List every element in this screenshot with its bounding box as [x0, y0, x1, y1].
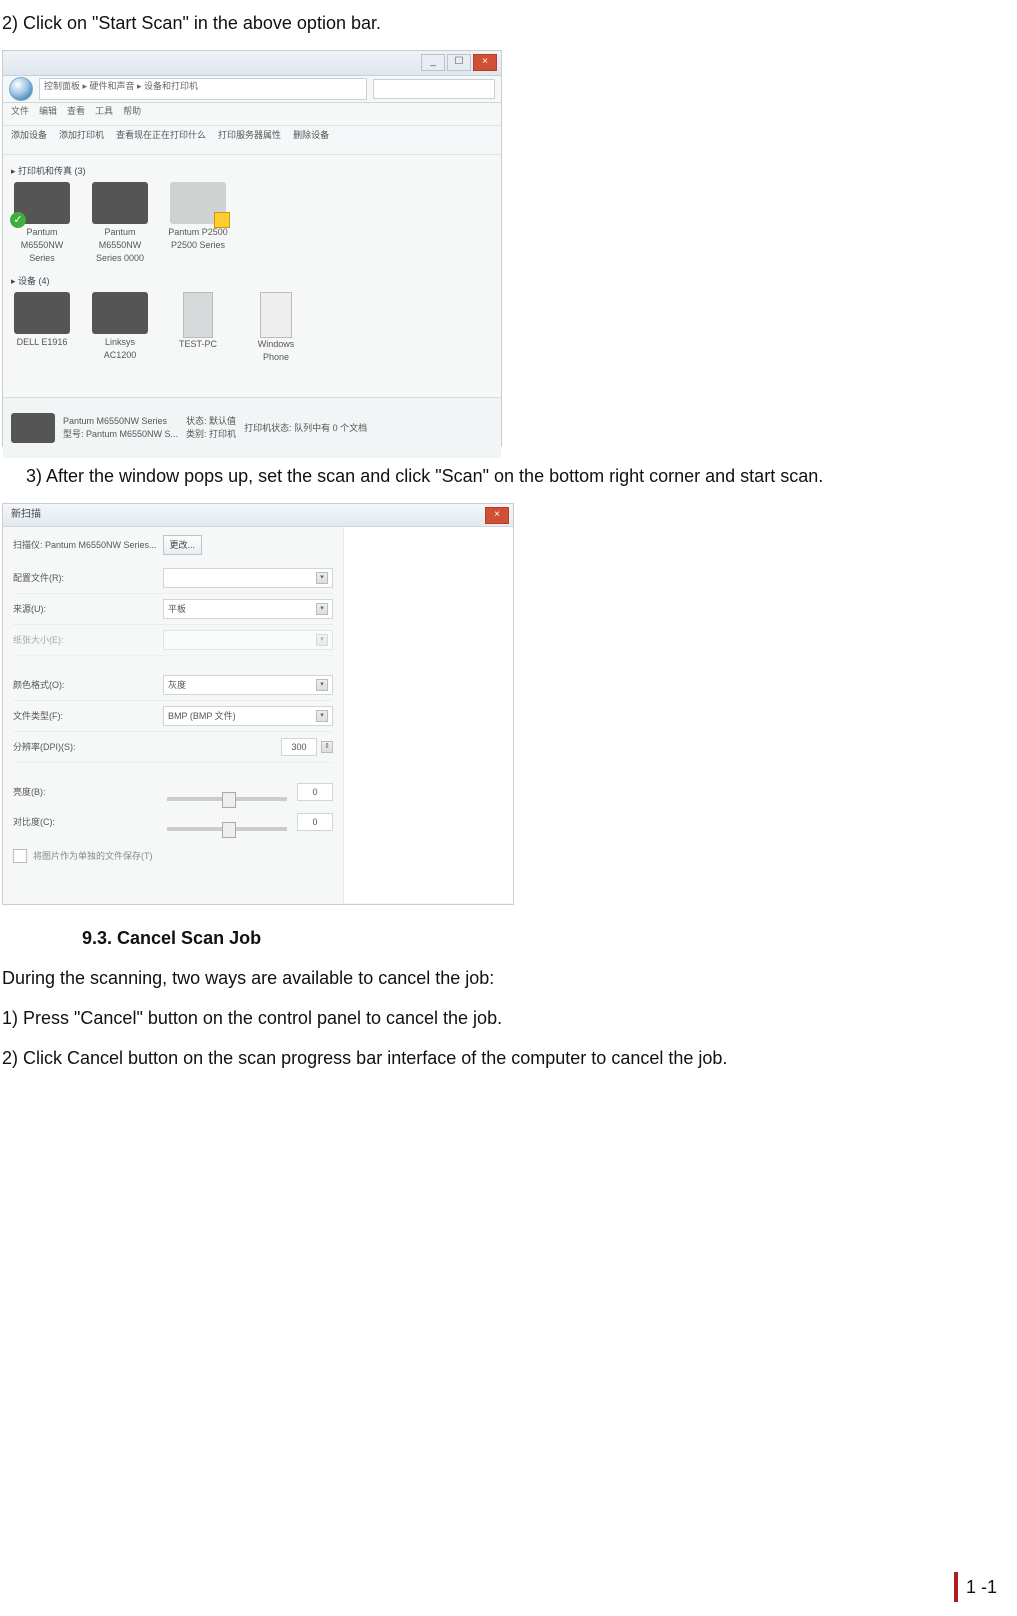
chevron-down-icon: ▾: [316, 572, 328, 584]
slider-thumb-icon: [222, 792, 236, 808]
device-label: Pantum P2500 P2500 Series: [167, 226, 229, 252]
window-content: ▸ 打印机和传真 (3) ✓ Pantum M6550NW Series Pan…: [3, 155, 501, 397]
page-number: 1 -1: [954, 1572, 1005, 1602]
close-icon: ×: [473, 54, 497, 71]
chevron-down-icon: ▾: [316, 603, 328, 615]
section-heading-cancel: 9.3. Cancel Scan Job: [82, 925, 987, 951]
window-buttons: _ ☐ ×: [421, 54, 497, 71]
breadcrumb: 控制面板 ▸ 硬件和声音 ▸ 设备和打印机: [39, 78, 367, 100]
brightness-slider: [167, 797, 287, 801]
checkbox-label: 将图片作为单独的文件保存(T): [33, 850, 153, 863]
dialog-title: 新扫描: [11, 508, 41, 523]
printer-item: Pantum P2500 P2500 Series: [167, 182, 229, 265]
scan-settings-panel: 扫描仪: Pantum M6550NW Series... 更改... 配置文件…: [3, 527, 344, 903]
menu-item: 查看: [67, 105, 85, 123]
contrast-slider: [167, 827, 287, 831]
device-label: TEST-PC: [167, 338, 229, 351]
section-printers-header: ▸ 打印机和传真 (3): [11, 165, 493, 178]
spinner-icon: ⇕: [321, 741, 333, 753]
menu-item: 工具: [95, 105, 113, 123]
detail-note: 打印机状态: 队列中有 0 个文档: [244, 422, 367, 435]
filetype-dropdown: BMP (BMP 文件)▾: [163, 706, 333, 726]
chevron-down-icon: ▾: [316, 634, 328, 646]
detail-cat: 类别: 打印机: [186, 428, 236, 441]
menu-item: 文件: [11, 105, 29, 123]
field-label: 纸张大小(E):: [13, 634, 64, 647]
section-devices-header: ▸ 设备 (4): [11, 275, 493, 288]
window-titlebar: _ ☐ ×: [3, 51, 501, 76]
printer-icon: [11, 413, 55, 443]
field-label: 颜色格式(O):: [13, 679, 65, 692]
toolbar-item: 添加设备: [11, 129, 47, 151]
brightness-value: 0: [297, 783, 333, 801]
step-2-text: 2) Click on "Start Scan" in the above op…: [2, 10, 987, 36]
slider-thumb-icon: [222, 822, 236, 838]
device-item: TEST-PC: [167, 292, 229, 364]
scan-preview-area: [344, 527, 513, 903]
cancel-step-2: 2) Click Cancel button on the scan progr…: [2, 1045, 987, 1071]
address-bar: 控制面板 ▸ 硬件和声音 ▸ 设备和打印机: [3, 76, 501, 103]
dialog-titlebar: 新扫描 ×: [3, 504, 513, 527]
back-button-icon: [9, 77, 33, 101]
device-label: Pantum M6550NW Series 0000: [89, 226, 151, 265]
profile-dropdown: ▾: [163, 568, 333, 588]
source-dropdown: 平板▾: [163, 599, 333, 619]
contrast-value: 0: [297, 813, 333, 831]
field-label: 文件类型(F):: [13, 710, 63, 723]
device-label: DELL E1916: [11, 336, 73, 349]
details-pane: Pantum M6550NW Series 型号: Pantum M6550NW…: [3, 397, 501, 458]
field-label: 分辨率(DPI)(S):: [13, 741, 76, 754]
toolbar-item: 删除设备: [293, 129, 329, 151]
detail-name: Pantum M6550NW Series: [63, 415, 178, 428]
cancel-intro-text: During the scanning, two ways are availa…: [2, 965, 987, 991]
warning-icon: [214, 212, 230, 228]
chevron-down-icon: ▾: [316, 710, 328, 722]
close-icon: ×: [485, 507, 509, 524]
field-label: 配置文件(R):: [13, 572, 64, 585]
screenshot-devices-window: _ ☐ × 控制面板 ▸ 硬件和声音 ▸ 设备和打印机 文件 编辑 查看 工具 …: [2, 50, 502, 447]
device-item: Windows Phone: [245, 292, 307, 364]
search-input: [373, 79, 495, 99]
toolbar-item: 添加打印机: [59, 129, 104, 151]
step-3-text: 3) After the window pops up, set the sca…: [2, 463, 987, 489]
field-label: 来源(U):: [13, 603, 46, 616]
contrast-label: 对比度(C):: [13, 816, 55, 829]
change-button: 更改...: [163, 535, 203, 555]
chevron-down-icon: ▾: [316, 679, 328, 691]
device-label: Pantum M6550NW Series: [11, 226, 73, 265]
maximize-icon: ☐: [447, 54, 471, 71]
device-item: Linksys AC1200: [89, 292, 151, 364]
toolbar-item: 打印服务器属性: [218, 129, 281, 151]
cancel-step-1: 1) Press "Cancel" button on the control …: [2, 1005, 987, 1031]
scanner-label: 扫描仪: Pantum M6550NW Series...: [13, 539, 157, 552]
color-dropdown: 灰度▾: [163, 675, 333, 695]
device-label: Windows Phone: [245, 338, 307, 364]
device-label: Linksys AC1200: [89, 336, 151, 362]
printer-item: ✓ Pantum M6550NW Series: [11, 182, 73, 265]
checkbox-icon: [13, 849, 27, 863]
menu-item: 帮助: [123, 105, 141, 123]
screenshot-scan-dialog: 新扫描 × 扫描仪: Pantum M6550NW Series... 更改..…: [2, 503, 514, 905]
printer-item: Pantum M6550NW Series 0000: [89, 182, 151, 265]
detail-status: 状态: 默认值: [186, 415, 236, 428]
menu-item: 编辑: [39, 105, 57, 123]
brightness-label: 亮度(B):: [13, 786, 46, 799]
minimize-icon: _: [421, 54, 445, 71]
device-item: DELL E1916: [11, 292, 73, 364]
dpi-input: 300: [281, 738, 317, 756]
toolbar: 添加设备 添加打印机 查看现在正在打印什么 打印服务器属性 删除设备: [3, 126, 501, 155]
detail-model: 型号: Pantum M6550NW S...: [63, 428, 178, 441]
menu-bar: 文件 编辑 查看 工具 帮助: [3, 103, 501, 126]
toolbar-item: 查看现在正在打印什么: [116, 129, 206, 151]
papersize-dropdown: ▾: [163, 630, 333, 650]
